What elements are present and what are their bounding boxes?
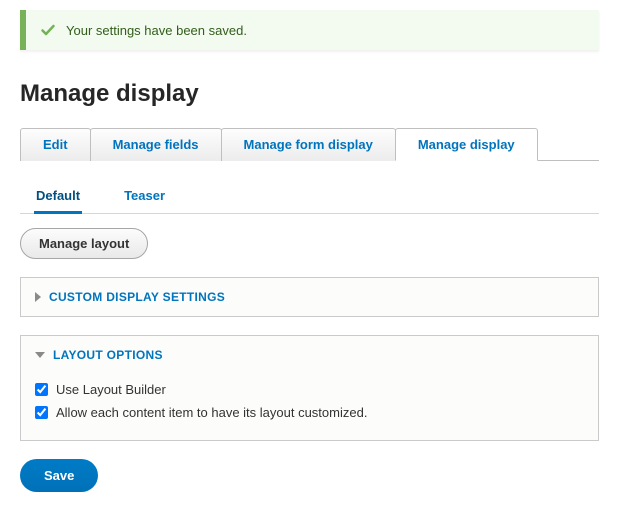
custom-display-settings-panel: CUSTOM DISPLAY SETTINGS bbox=[20, 277, 599, 317]
tab-manage-form-display[interactable]: Manage form display bbox=[221, 128, 396, 161]
option-allow-customized[interactable]: Allow each content item to have its layo… bbox=[35, 401, 584, 424]
option-use-layout-builder[interactable]: Use Layout Builder bbox=[35, 378, 584, 401]
checkbox-use-layout-builder[interactable] bbox=[35, 383, 48, 396]
tab-manage-fields[interactable]: Manage fields bbox=[90, 128, 222, 161]
option-allow-customized-label: Allow each content item to have its layo… bbox=[56, 405, 367, 420]
custom-display-settings-summary[interactable]: CUSTOM DISPLAY SETTINGS bbox=[21, 278, 598, 316]
subtab-default[interactable]: Default bbox=[34, 180, 82, 214]
disclosure-right-icon bbox=[35, 292, 41, 302]
layout-options-panel: LAYOUT OPTIONS Use Layout Builder Allow … bbox=[20, 335, 599, 441]
custom-display-settings-title: CUSTOM DISPLAY SETTINGS bbox=[49, 290, 225, 304]
layout-options-body: Use Layout Builder Allow each content it… bbox=[21, 374, 598, 440]
subtab-teaser[interactable]: Teaser bbox=[122, 180, 167, 214]
secondary-tabs: Default Teaser bbox=[20, 179, 599, 214]
status-message-text: Your settings have been saved. bbox=[66, 23, 247, 38]
layout-options-title: LAYOUT OPTIONS bbox=[53, 348, 163, 362]
primary-tabs: Edit Manage fields Manage form display M… bbox=[20, 128, 599, 161]
status-message: Your settings have been saved. bbox=[20, 10, 599, 50]
page-title: Manage display bbox=[20, 80, 599, 108]
checkbox-allow-customized[interactable] bbox=[35, 406, 48, 419]
disclosure-down-icon bbox=[35, 352, 45, 358]
layout-options-summary[interactable]: LAYOUT OPTIONS bbox=[21, 336, 598, 374]
manage-layout-button[interactable]: Manage layout bbox=[20, 228, 148, 259]
option-use-layout-builder-label: Use Layout Builder bbox=[56, 382, 166, 397]
tab-edit[interactable]: Edit bbox=[20, 128, 91, 161]
save-button[interactable]: Save bbox=[20, 459, 98, 492]
check-icon bbox=[40, 22, 56, 38]
tab-manage-display[interactable]: Manage display bbox=[395, 128, 538, 161]
